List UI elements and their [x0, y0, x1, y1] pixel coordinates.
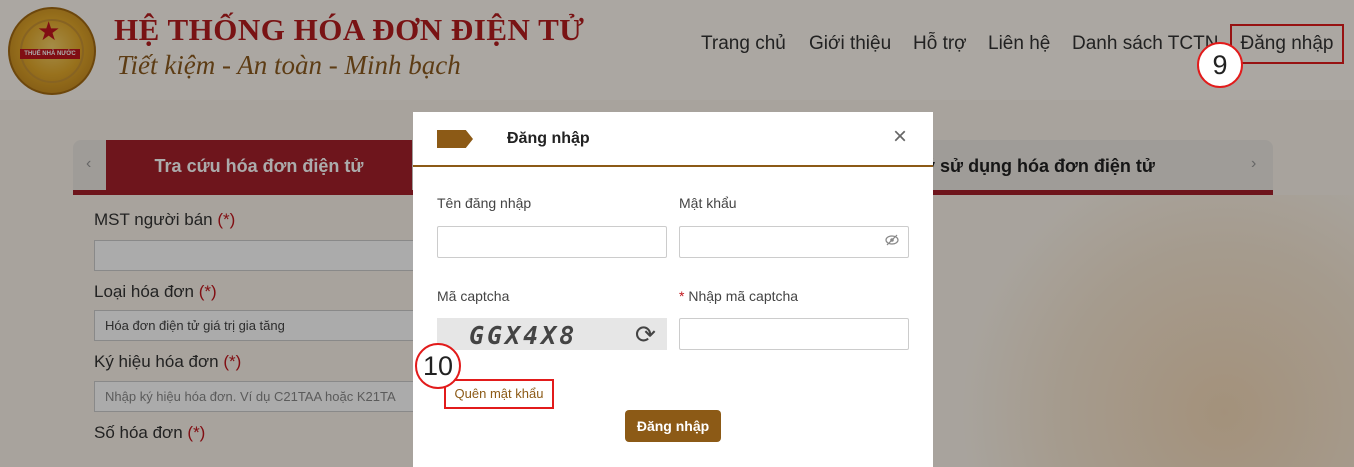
refresh-icon[interactable]: ⟳ — [635, 320, 656, 350]
captcha-image: GGX4X8 ⟳ — [437, 318, 667, 350]
password-input[interactable] — [679, 226, 909, 258]
captcha-input[interactable] — [679, 318, 909, 350]
captcha-input-label-text: Nhập mã captcha — [688, 288, 799, 304]
modal-title: Đăng nhập — [507, 130, 590, 147]
captcha-text: GGX4X8 — [469, 321, 578, 350]
modal-header-divider — [413, 165, 933, 167]
callout-10: 10 — [415, 343, 461, 389]
captcha-input-label: * Nhập mã captcha — [679, 288, 798, 304]
login-submit-button[interactable]: Đăng nhập — [625, 410, 721, 442]
password-label: Mật khẩu — [679, 195, 737, 211]
username-label: Tên đăng nhập — [437, 195, 532, 211]
callout-9: 9 — [1197, 42, 1243, 88]
forgot-password-link[interactable]: Quên mật khẩu — [444, 379, 554, 409]
required-star: * — [679, 288, 685, 304]
captcha-label: Mã captcha — [437, 288, 510, 304]
login-modal: Đăng nhập × Tên đăng nhập Mật khẩu Mã ca… — [413, 112, 933, 467]
username-input[interactable] — [437, 226, 667, 258]
arrow-tag-icon — [437, 130, 473, 148]
close-icon[interactable]: × — [893, 125, 907, 149]
eye-slash-icon[interactable] — [885, 233, 899, 250]
